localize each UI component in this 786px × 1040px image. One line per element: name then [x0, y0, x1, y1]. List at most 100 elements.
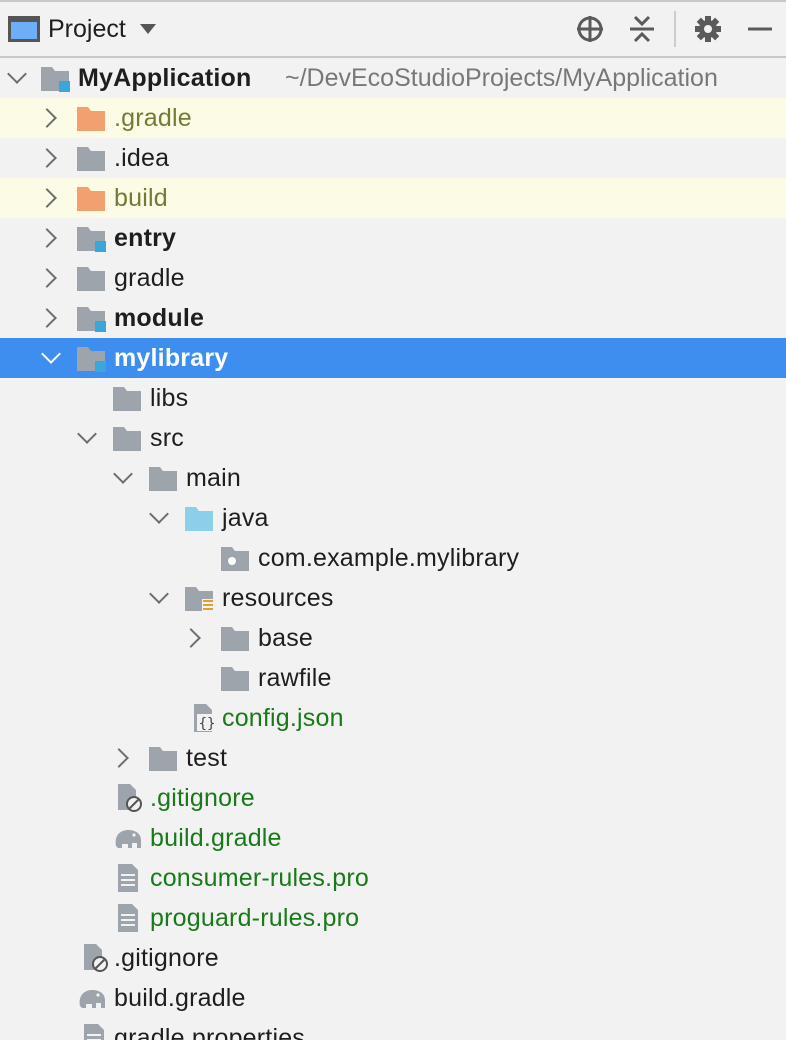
chevron-right-icon[interactable]	[109, 748, 129, 768]
folder-icon	[113, 387, 141, 411]
tree-row-main[interactable]: main	[0, 458, 786, 498]
chevron-down-icon[interactable]	[149, 504, 169, 524]
project-view-title: Project	[48, 14, 126, 43]
folder-icon	[221, 667, 249, 691]
project-tree: MyApplication ~/DevEcoStudioProjects/MyA…	[0, 58, 786, 1040]
tree-label: consumer-rules.pro	[150, 864, 369, 892]
tree-row-gitignore-root[interactable]: .gitignore	[0, 938, 786, 978]
tree-label: .gitignore	[150, 784, 255, 812]
tree-label: libs	[150, 384, 189, 412]
tree-label: resources	[222, 584, 334, 612]
chevron-down-icon[interactable]	[149, 584, 169, 604]
chevron-down-icon[interactable]	[7, 64, 27, 84]
hide-icon	[748, 27, 772, 31]
collapse-all-button[interactable]	[616, 2, 668, 56]
tree-label: test	[186, 744, 228, 772]
chevron-right-icon[interactable]	[37, 268, 57, 288]
module-folder-icon	[77, 307, 106, 332]
settings-button[interactable]	[682, 2, 734, 56]
tree-label: .gradle	[114, 104, 192, 132]
hide-button[interactable]	[734, 2, 786, 56]
folder-icon	[77, 147, 105, 171]
chevron-down-icon[interactable]	[113, 464, 133, 484]
tree-label: src	[150, 424, 184, 452]
tree-row-package[interactable]: com.example.mylibrary	[0, 538, 786, 578]
properties-file-icon	[84, 1024, 104, 1040]
tree-row-idea[interactable]: .idea	[0, 138, 786, 178]
chevron-right-icon[interactable]	[37, 108, 57, 128]
tree-row-gitignore-lib[interactable]: .gitignore	[0, 778, 786, 818]
tree-label: com.example.mylibrary	[258, 544, 520, 572]
chevron-down-icon	[139, 24, 156, 34]
tree-row-mylibrary[interactable]: mylibrary	[0, 338, 786, 378]
tree-label: build	[114, 184, 168, 212]
tree-row-root[interactable]: MyApplication ~/DevEcoStudioProjects/MyA…	[0, 58, 786, 98]
gradle-elephant-icon	[79, 990, 105, 1008]
tree-label: gradle	[114, 264, 185, 292]
module-folder-icon	[41, 67, 70, 92]
tree-row-consumer-rules[interactable]: consumer-rules.pro	[0, 858, 786, 898]
tree-row-build-gradle-lib[interactable]: build.gradle	[0, 818, 786, 858]
tree-row-gradle[interactable]: gradle	[0, 258, 786, 298]
text-file-icon	[118, 904, 138, 932]
tree-label: rawfile	[258, 664, 332, 692]
tree-row-test[interactable]: test	[0, 738, 786, 778]
text-file-icon	[118, 864, 138, 892]
tree-label: build.gradle	[114, 984, 246, 1012]
excluded-folder-icon	[77, 187, 105, 211]
project-view-icon	[8, 16, 40, 42]
tree-row-entry[interactable]: entry	[0, 218, 786, 258]
tree-row-base[interactable]: base	[0, 618, 786, 658]
tree-label: entry	[114, 224, 177, 252]
tree-label: gradle.properties	[114, 1024, 306, 1040]
chevron-down-icon[interactable]	[77, 424, 97, 444]
tree-row-rawfile[interactable]: rawfile	[0, 658, 786, 698]
chevron-right-icon[interactable]	[37, 148, 57, 168]
svg-text:{}: {}	[199, 716, 216, 732]
tree-row-java[interactable]: java	[0, 498, 786, 538]
tree-row-gradle-properties[interactable]: gradle.properties	[0, 1018, 786, 1040]
folder-icon	[221, 627, 249, 651]
locate-button[interactable]	[564, 2, 616, 56]
tree-row-config-json[interactable]: {} config.json	[0, 698, 786, 738]
tree-label: .gitignore	[114, 944, 219, 972]
ignore-file-icon	[84, 944, 108, 972]
tree-row-libs[interactable]: libs	[0, 378, 786, 418]
resources-folder-icon	[185, 587, 214, 612]
root-path: ~/DevEcoStudioProjects/MyApplication	[285, 64, 718, 92]
ignore-file-icon	[118, 784, 142, 812]
chevron-down-icon[interactable]	[41, 344, 61, 364]
chevron-right-icon[interactable]	[37, 228, 57, 248]
tree-row-resources[interactable]: resources	[0, 578, 786, 618]
project-view-selector[interactable]: Project	[0, 2, 156, 56]
tree-row-module[interactable]: module	[0, 298, 786, 338]
tree-row-proguard-rules[interactable]: proguard-rules.pro	[0, 898, 786, 938]
gradle-elephant-icon	[115, 830, 141, 848]
source-folder-icon	[185, 507, 213, 531]
folder-icon	[149, 467, 177, 491]
project-toolbar: Project	[0, 0, 786, 58]
json-file-icon: {}	[194, 704, 217, 732]
tree-label: module	[114, 304, 205, 332]
tree-label: mylibrary	[114, 344, 229, 372]
tree-row-build-dir[interactable]: build	[0, 178, 786, 218]
tree-label: main	[186, 464, 241, 492]
locate-icon	[577, 16, 603, 42]
tree-row-src[interactable]: src	[0, 418, 786, 458]
tree-label: base	[258, 624, 314, 652]
chevron-right-icon[interactable]	[37, 188, 57, 208]
tree-row-gradle-dir[interactable]: .gradle	[0, 98, 786, 138]
tree-label: build.gradle	[150, 824, 282, 852]
chevron-right-icon[interactable]	[37, 308, 57, 328]
tree-label: java	[222, 504, 269, 532]
excluded-folder-icon	[77, 107, 105, 131]
root-label: MyApplication	[78, 64, 252, 92]
tree-row-build-gradle-root[interactable]: build.gradle	[0, 978, 786, 1018]
package-icon	[221, 547, 249, 571]
folder-icon	[113, 427, 141, 451]
gear-icon	[695, 16, 721, 42]
folder-icon	[77, 267, 105, 291]
module-folder-icon	[77, 227, 106, 252]
tree-label: config.json	[222, 704, 344, 732]
chevron-right-icon[interactable]	[181, 628, 201, 648]
